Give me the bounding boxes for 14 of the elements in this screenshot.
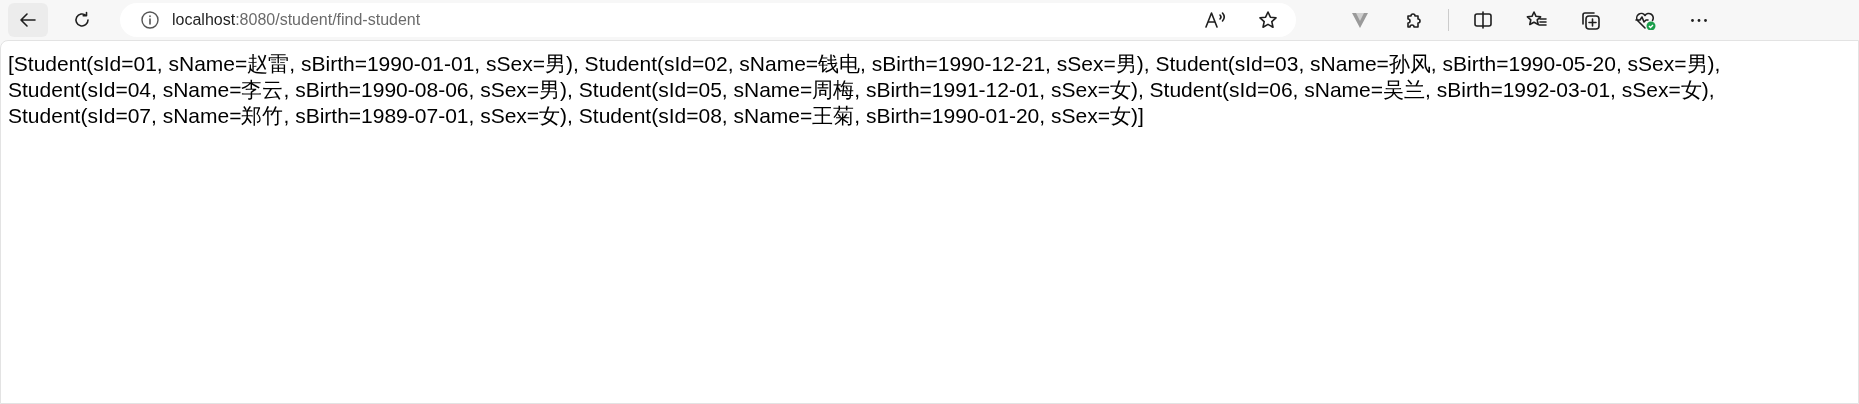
read-aloud-icon <box>1204 10 1228 30</box>
v-logo-icon <box>1350 10 1370 30</box>
back-arrow-icon <box>18 10 38 30</box>
info-icon <box>140 10 160 30</box>
collections-icon <box>1580 10 1602 30</box>
refresh-icon <box>72 10 92 30</box>
puzzle-icon <box>1404 10 1424 30</box>
body-text: [Student(sId=01, sName=赵雷, sBirth=1990-01-01, sSex=男), Student(sId=02, sName=钱电, sBirth=1990-12-21, sSex=男), Student(sId=03, sName=孙风, sBirth=1990-05-20, sSex=男), Student(sId=04, sName=李云, sBirth=1990-08-06, sSex=男), Student(sId=05, sName=周梅, sBirth=1991-12-01, sSex=女), Student(sId=06, sName=吴兰, sBirth=1992-03-01, sSex=女), Student(sId=07, sName=郑竹, sBirth=1989-07-01, sSex=女), Student(sId=08, sName=王菊, sBirth=1990-01-20, sSex=女)] <box>8 51 1722 129</box>
split-screen-icon <box>1473 10 1493 30</box>
heart-check-icon <box>1634 10 1656 30</box>
more-icon <box>1691 18 1707 22</box>
back-button[interactable] <box>8 3 48 37</box>
star-icon <box>1258 10 1278 30</box>
address-field[interactable]: localhost:8080/student/find-student <box>120 3 1296 37</box>
